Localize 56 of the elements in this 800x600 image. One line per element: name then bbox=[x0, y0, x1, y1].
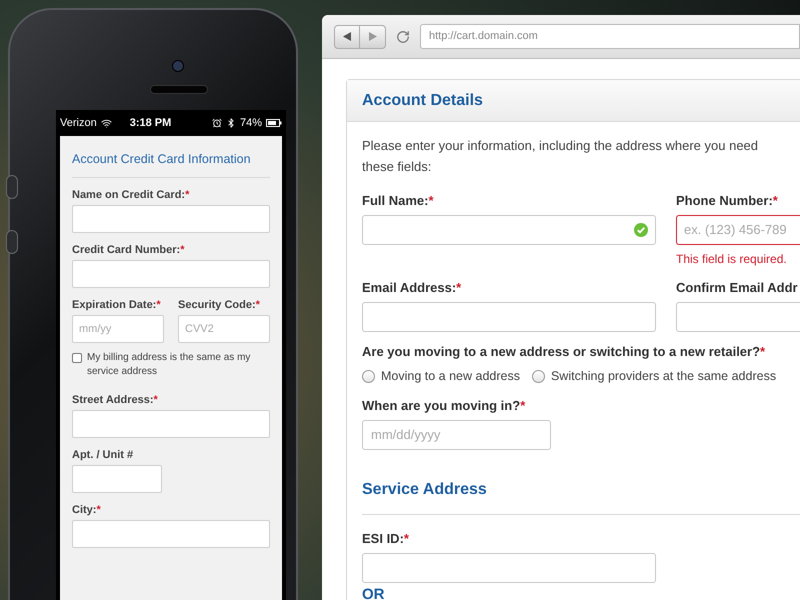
reload-icon[interactable] bbox=[396, 30, 410, 44]
input-field[interactable] bbox=[72, 204, 270, 233]
camera-icon bbox=[172, 60, 184, 72]
checkbox-label: My billing address is the same as my service address bbox=[87, 350, 252, 379]
input-field[interactable]: mm/yy bbox=[72, 314, 164, 343]
battery-percent: 74% bbox=[240, 116, 262, 131]
bluetooth-icon bbox=[226, 118, 236, 128]
field-label: Security Code:* bbox=[178, 298, 261, 312]
address-bar[interactable]: http://cart.domain.com bbox=[420, 24, 800, 49]
field-label: Phone Number:* bbox=[676, 193, 779, 209]
input-field[interactable] bbox=[72, 520, 270, 548]
input-field[interactable] bbox=[362, 552, 656, 583]
input-field[interactable] bbox=[362, 302, 656, 332]
forward-icon bbox=[368, 32, 376, 41]
field-label: Credit Card Number:* bbox=[72, 242, 186, 257]
panel-title: Account Details bbox=[362, 90, 483, 110]
status-time: 3:18 PM bbox=[130, 116, 172, 131]
date-input[interactable]: mm/dd/yyyy bbox=[362, 420, 551, 450]
section-title: Service Address bbox=[362, 480, 488, 500]
or-heading: OR bbox=[362, 586, 386, 600]
speaker-icon bbox=[150, 85, 208, 94]
intro-text: Please enter your information, including the address where you need bbox=[362, 137, 760, 155]
back-icon bbox=[343, 32, 351, 41]
error-message: This field is required. bbox=[676, 251, 788, 268]
input-field[interactable]: ex. (123) 456-789 bbox=[676, 215, 800, 245]
field-label: City:* bbox=[72, 502, 102, 517]
form-title: Account Credit Card Information bbox=[72, 150, 270, 178]
field-label: Street Address:* bbox=[72, 392, 159, 407]
field-label: Apt. / Unit # bbox=[72, 448, 134, 462]
field-label: When are you moving in?* bbox=[362, 398, 526, 414]
intro-text: these fields: bbox=[362, 158, 432, 176]
field-label: Expiration Date:* bbox=[72, 298, 162, 312]
back-button[interactable] bbox=[334, 24, 360, 48]
input-field[interactable] bbox=[676, 302, 800, 332]
check-icon bbox=[634, 223, 648, 237]
input-field[interactable] bbox=[72, 260, 270, 288]
field-label: Full Name:* bbox=[362, 193, 435, 209]
field-label: ESI ID:* bbox=[362, 530, 410, 547]
radio-button[interactable] bbox=[532, 370, 545, 383]
field-label: Are you moving to a new address or switching to a new retailer?* bbox=[362, 344, 766, 360]
field-label: Confirm Email Addr bbox=[676, 280, 799, 296]
radio-label: Switching providers at the same address bbox=[550, 368, 776, 385]
input-field[interactable] bbox=[362, 215, 656, 245]
checkbox[interactable] bbox=[72, 352, 82, 363]
radio-button[interactable] bbox=[362, 370, 375, 383]
field-label: Name on Credit Card:* bbox=[72, 188, 190, 202]
url-text: http://cart.domain.com bbox=[429, 29, 538, 44]
wifi-icon bbox=[100, 118, 112, 128]
alarm-icon bbox=[212, 118, 222, 128]
radio-label: Moving to a new address bbox=[381, 368, 520, 385]
input-field[interactable]: CVV2 bbox=[178, 314, 270, 343]
input-field[interactable] bbox=[72, 410, 270, 438]
input-field[interactable] bbox=[72, 464, 162, 493]
field-label: Email Address:* bbox=[362, 280, 462, 296]
carrier-name: Verizon bbox=[60, 116, 97, 131]
battery-icon bbox=[266, 119, 282, 127]
